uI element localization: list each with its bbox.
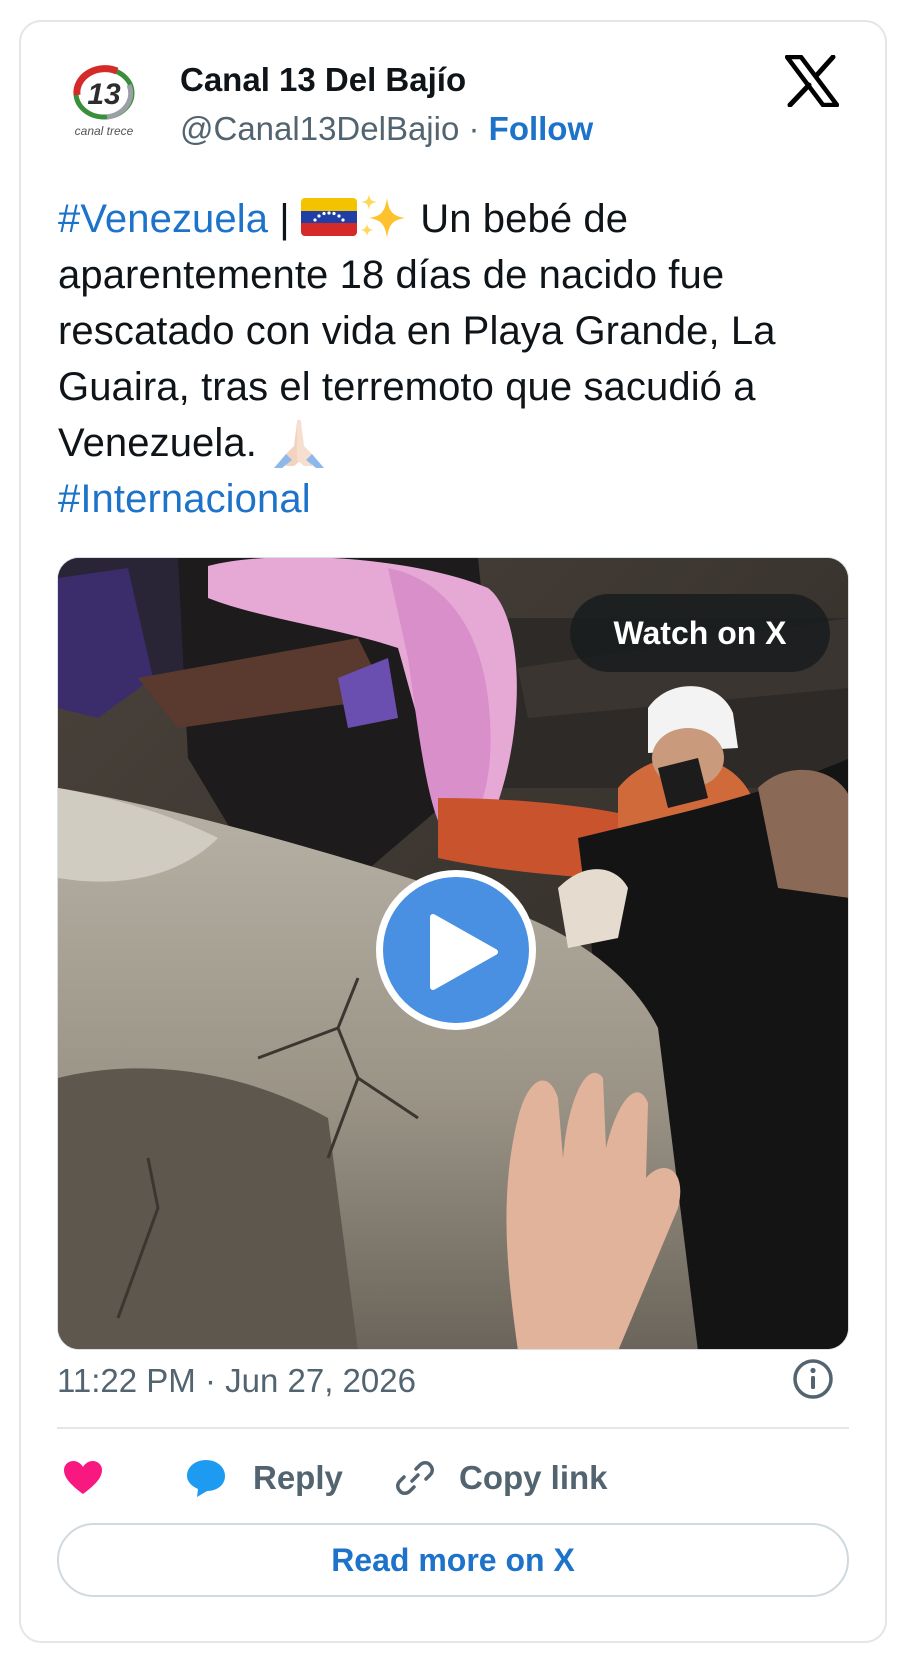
copy-link-label: Copy link bbox=[459, 1459, 608, 1496]
tweet-header: 13 canal trece Canal 13 Del Bajío @Canal… bbox=[57, 55, 847, 155]
tweet-actions: Reply Copy link bbox=[57, 1448, 849, 1508]
watch-on-x-button[interactable]: Watch on X bbox=[570, 594, 830, 672]
hashtag-internacional[interactable]: #Internacional bbox=[58, 477, 311, 521]
play-button[interactable] bbox=[376, 870, 536, 1030]
copy-link-button[interactable]: Copy link bbox=[395, 1448, 608, 1508]
avatar-number: 13 bbox=[87, 78, 121, 111]
avatar-caption: canal trece bbox=[75, 124, 134, 138]
tweet-text: #Venezuela | Un bebé de aparentemente 18… bbox=[58, 190, 848, 527]
display-name[interactable]: Canal 13 Del Bajío bbox=[180, 61, 466, 99]
follow-link[interactable]: Follow bbox=[489, 110, 593, 147]
divider bbox=[57, 1427, 849, 1429]
read-more-button[interactable]: Read more on X bbox=[57, 1523, 849, 1597]
canal-trece-logo-icon: 13 canal trece bbox=[73, 65, 135, 138]
hashtag-venezuela[interactable]: #Venezuela bbox=[58, 197, 268, 241]
venezuela-flag-icon bbox=[301, 198, 358, 236]
like-button[interactable] bbox=[63, 1448, 103, 1508]
heart-icon bbox=[64, 1461, 102, 1494]
reply-bubble-icon bbox=[187, 1460, 225, 1497]
sparkles-icon bbox=[361, 194, 406, 238]
handle[interactable]: @Canal13DelBajio bbox=[180, 110, 459, 147]
reply-button[interactable]: Reply bbox=[185, 1448, 343, 1508]
link-icon bbox=[396, 1461, 434, 1495]
x-logo-icon[interactable] bbox=[785, 55, 839, 107]
pipe-separator: | bbox=[268, 197, 302, 241]
handle-row: @Canal13DelBajio · Follow bbox=[180, 110, 593, 148]
separator: · bbox=[459, 110, 489, 147]
folded-hands-icon bbox=[274, 419, 325, 468]
reply-label: Reply bbox=[253, 1459, 343, 1496]
video-thumbnail[interactable]: Watch on X bbox=[57, 557, 849, 1350]
avatar[interactable]: 13 canal trece bbox=[57, 55, 151, 149]
play-icon bbox=[430, 914, 498, 990]
tweet-timestamp[interactable]: 11:22 PM · Jun 27, 2026 bbox=[57, 1362, 416, 1400]
info-icon[interactable] bbox=[792, 1358, 834, 1400]
